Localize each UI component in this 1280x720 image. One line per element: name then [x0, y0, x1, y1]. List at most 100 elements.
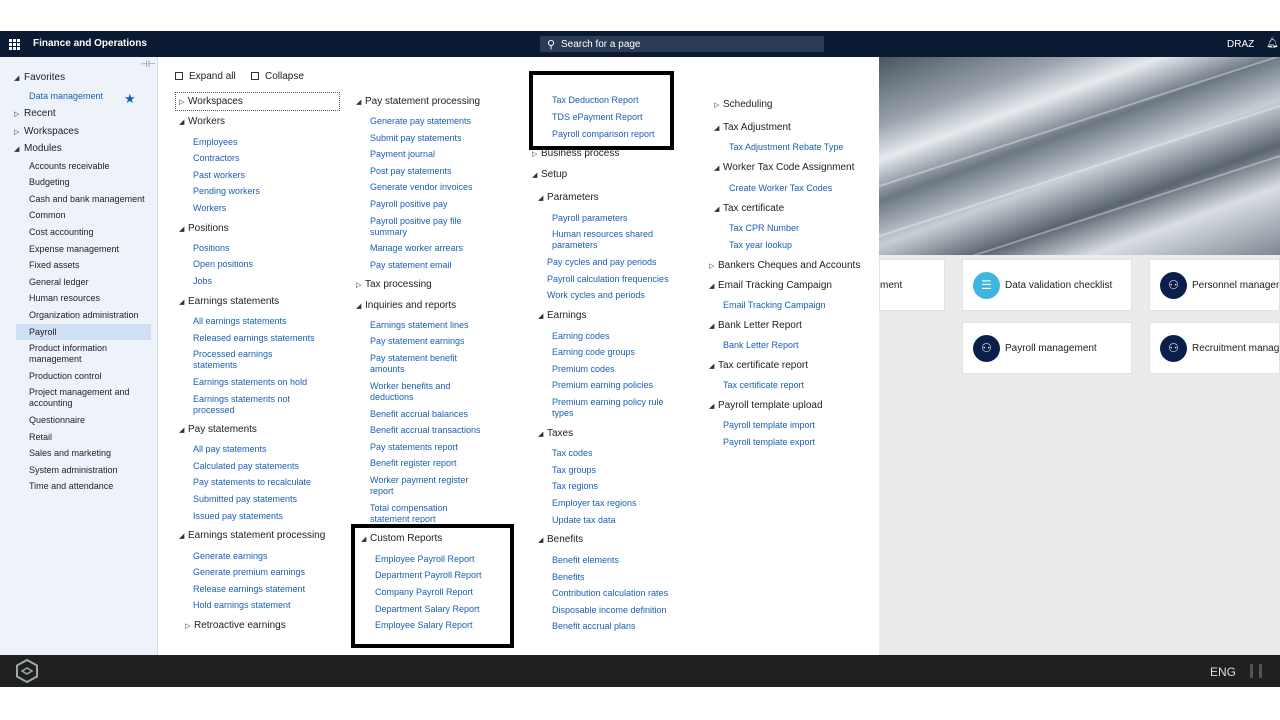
menu-link[interactable]: All pay statements — [193, 444, 267, 455]
menu-link[interactable]: Generate pay statements — [370, 116, 471, 127]
menu-link[interactable]: Earnings statements on hold — [193, 377, 307, 388]
menu-link[interactable]: Pay statement email — [370, 260, 452, 271]
menu-link[interactable]: Open positions — [193, 259, 253, 270]
menu-link[interactable]: Benefit register report — [370, 458, 457, 469]
group-email-tracking[interactable]: ◢ Email Tracking Campaign — [709, 280, 832, 291]
menu-link[interactable]: Earning code groups — [552, 347, 635, 358]
menu-link[interactable]: Create Worker Tax Codes — [729, 183, 832, 194]
menu-link[interactable]: Calculated pay statements — [193, 461, 299, 472]
menu-link[interactable]: Manage worker arrears — [370, 243, 463, 254]
group-scheduling[interactable]: ▷ Scheduling — [714, 99, 772, 110]
module-item[interactable]: Expense management — [29, 244, 149, 255]
menu-link[interactable]: Benefit accrual plans — [552, 621, 636, 632]
module-item[interactable]: Project management and accounting — [29, 387, 149, 409]
group-taxes[interactable]: ◢ Taxes — [538, 428, 573, 439]
menu-link[interactable]: Past workers — [193, 170, 245, 181]
menu-link[interactable]: Released earnings statements — [193, 333, 315, 344]
app-title[interactable]: Finance and Operations — [33, 38, 147, 49]
module-item[interactable]: Sales and marketing — [29, 448, 149, 459]
module-item[interactable]: Production control — [29, 371, 149, 382]
menu-link[interactable]: Employer tax regions — [552, 498, 637, 509]
group-setup[interactable]: ◢ Setup — [532, 169, 567, 180]
menu-link[interactable]: Tax groups — [552, 465, 596, 476]
pin-icon[interactable]: ⊣⊢ — [140, 59, 156, 70]
search-box[interactable]: ⚲ Search for a page — [540, 36, 824, 52]
group-earnings-statements[interactable]: ◢ Earnings statements — [179, 296, 279, 307]
menu-link[interactable]: Premium codes — [552, 364, 615, 375]
nav-workspaces[interactable]: ▷ Workspaces — [14, 126, 79, 137]
menu-link[interactable]: Worker benefits and deductions — [370, 381, 460, 403]
group-bank-letter[interactable]: ◢ Bank Letter Report — [709, 320, 802, 331]
menu-link[interactable]: Tax Adjustment Rebate Type — [729, 142, 843, 153]
menu-link[interactable]: Hold earnings statement — [193, 600, 291, 611]
menu-link[interactable]: Earning codes — [552, 331, 610, 342]
module-item[interactable]: General ledger — [29, 277, 149, 288]
workspace-tile-personnel[interactable]: ⚇ Personnel manageme — [1149, 259, 1280, 311]
menu-link[interactable]: Processed earnings statements — [193, 349, 283, 371]
menu-link[interactable]: Payroll template export — [723, 437, 815, 448]
menu-link[interactable]: Issued pay statements — [193, 511, 283, 522]
notifications-bell-icon[interactable]: 🔔︎ — [1266, 38, 1279, 49]
menu-link[interactable]: Tax codes — [552, 448, 593, 459]
module-item[interactable]: Time and attendance — [29, 481, 149, 492]
menu-link[interactable]: Bank Letter Report — [723, 340, 799, 351]
menu-link[interactable]: Generate premium earnings — [193, 567, 305, 578]
group-earnings[interactable]: ◢ Earnings — [538, 310, 586, 321]
module-item[interactable]: Retail — [29, 432, 149, 443]
group-retroactive-earnings[interactable]: ▷ Retroactive earnings — [185, 620, 286, 631]
group-workers[interactable]: ◢ Workers — [179, 116, 225, 127]
group-tax-certificate[interactable]: ◢ Tax certificate — [714, 203, 784, 214]
group-business-process[interactable]: ▷ Business process — [532, 148, 619, 159]
menu-link[interactable]: Earnings statement lines — [370, 320, 469, 331]
menu-link[interactable]: Benefit elements — [552, 555, 619, 566]
module-item[interactable]: Budgeting — [29, 177, 149, 188]
menu-link[interactable]: Work cycles and periods — [547, 290, 645, 301]
menu-link[interactable]: Tax year lookup — [729, 240, 792, 251]
workspace-tile-recruitment[interactable]: ⚇ Recruitment manage — [1149, 322, 1280, 374]
collapse-button[interactable]: Collapse — [251, 71, 304, 82]
menu-link[interactable]: Human resources shared parameters — [552, 229, 662, 251]
menu-link[interactable]: Tax regions — [552, 481, 598, 492]
menu-link[interactable]: Total compensation statement report — [370, 503, 465, 523]
menu-link[interactable]: Pay statements to recalculate — [193, 477, 311, 488]
module-item[interactable]: Cash and bank management — [29, 194, 149, 205]
module-item[interactable]: Questionnaire — [29, 415, 149, 426]
group-positions[interactable]: ◢ Positions — [179, 223, 229, 234]
group-tax-processing[interactable]: ▷ Tax processing — [356, 279, 432, 290]
nav-modules[interactable]: ◢ Modules — [14, 143, 62, 154]
module-item[interactable]: Human resources — [29, 293, 149, 304]
menu-link[interactable]: Pay statement earnings — [370, 336, 465, 347]
menu-link[interactable]: Disposable income definition — [552, 605, 667, 616]
menu-link[interactable]: Generate vendor invoices — [370, 182, 473, 193]
menu-link[interactable]: Submit pay statements — [370, 133, 462, 144]
menu-link[interactable]: Tax CPR Number — [729, 223, 799, 234]
menu-link[interactable]: Positions — [193, 243, 230, 254]
group-workspaces[interactable]: ▷ Workspaces — [179, 96, 243, 107]
menu-link[interactable]: Payroll calculation frequencies — [547, 274, 669, 285]
nav-favorites[interactable]: ◢ Favorites — [14, 72, 65, 83]
menu-link[interactable]: Pending workers — [193, 186, 260, 197]
group-bankers-cheques[interactable]: ▷ Bankers Cheques and Accounts — [709, 260, 860, 271]
group-inquiries-and-reports[interactable]: ◢ Inquiries and reports — [356, 300, 456, 311]
menu-link[interactable]: Release earnings statement — [193, 584, 305, 595]
menu-link[interactable]: Jobs — [193, 276, 212, 287]
app-logo-icon[interactable] — [16, 659, 38, 683]
group-parameters[interactable]: ◢ Parameters — [538, 192, 599, 203]
group-pay-statements[interactable]: ◢ Pay statements — [179, 424, 257, 435]
menu-link[interactable]: Pay cycles and pay periods — [547, 257, 657, 268]
module-item[interactable]: Product information management — [29, 343, 149, 365]
workspace-tile-data-validation[interactable]: ☰ Data validation checklist — [962, 259, 1132, 311]
group-earnings-processing[interactable]: ◢ Earnings statement processing — [179, 530, 325, 541]
app-launcher-icon[interactable] — [9, 39, 20, 50]
menu-link[interactable]: Tax certificate report — [723, 380, 804, 391]
module-item[interactable]: Cost accounting — [29, 227, 149, 238]
module-item[interactable]: System administration — [29, 465, 149, 476]
menu-link[interactable]: Payroll parameters — [552, 213, 628, 224]
menu-link[interactable]: Benefits — [552, 572, 585, 583]
group-payroll-template-upload[interactable]: ◢ Payroll template upload — [709, 400, 823, 411]
menu-link[interactable]: Update tax data — [552, 515, 616, 526]
menu-link[interactable]: Worker payment register report — [370, 475, 475, 497]
group-tax-certificate-report[interactable]: ◢ Tax certificate report — [709, 360, 808, 371]
menu-link[interactable]: Employees — [193, 137, 238, 148]
menu-link[interactable]: Payroll template import — [723, 420, 815, 431]
